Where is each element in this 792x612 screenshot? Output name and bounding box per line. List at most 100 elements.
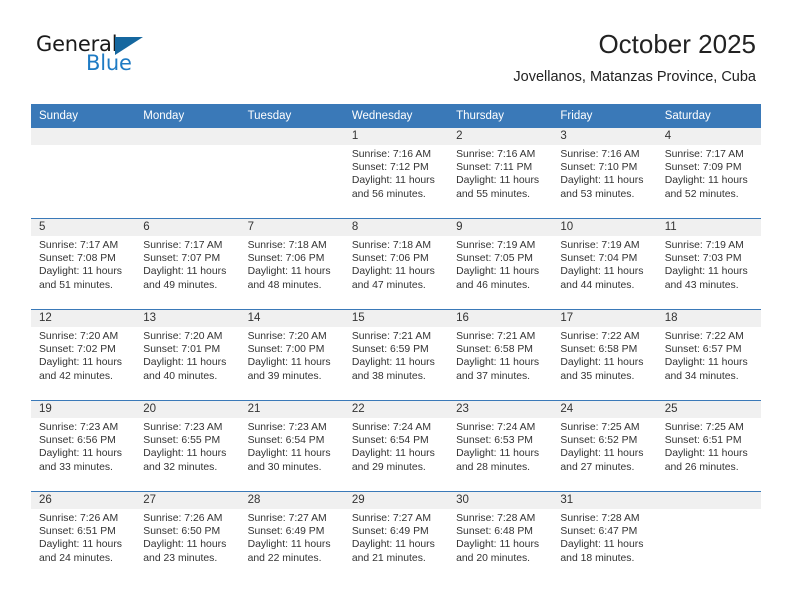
calendar-day-cell[interactable]: 9 Sunrise: 7:19 AM Sunset: 7:05 PM Daylight… <box>448 218 553 310</box>
calendar-day-cell[interactable]: 17 Sunrise: 7:22 AM Sunset: 6:58 PM Dayligh… <box>552 309 657 401</box>
calendar-day-cell[interactable]: 12 Sunrise: 7:20 AM Sunset: 7:02 PM Dayligh… <box>31 309 136 401</box>
daylight-text-line2: and 32 minutes. <box>143 461 218 473</box>
sunset-text: Sunset: 7:01 PM <box>143 344 221 356</box>
calendar-day-cell[interactable]: 14 Sunrise: 7:20 AM Sunset: 7:00 PM Dayligh… <box>239 309 344 401</box>
daylight-text-line2: and 47 minutes. <box>351 279 426 291</box>
calendar-day-cell[interactable]: 2 Sunrise: 7:16 AM Sunset: 7:11 PM Daylight… <box>448 128 553 219</box>
sunrise-text: Sunrise: 7:22 AM <box>664 331 744 342</box>
calendar-week-row: 19 Sunrise: 7:23 AM Sunset: 6:56 PM Dayligh… <box>31 400 761 492</box>
calendar-day-cell[interactable]: 27 Sunrise: 7:26 AM Sunset: 6:50 PM Dayligh… <box>135 491 240 582</box>
sunset-text: Sunset: 7:00 PM <box>247 344 325 356</box>
day-cell-inner: 29 Sunrise: 7:27 AM Sunset: 6:49 PM Dayligh… <box>343 492 449 582</box>
day-number: 31 <box>552 492 657 509</box>
calendar-day-cell[interactable]: 7 Sunrise: 7:18 AM Sunset: 7:06 PM Daylight… <box>239 218 344 310</box>
calendar-day-cell[interactable]: 1 Sunrise: 7:16 AM Sunset: 7:12 PM Daylight… <box>343 128 449 219</box>
weekday-header-wednesday: Wednesday <box>343 104 449 128</box>
daylight-text-line2: and 26 minutes. <box>664 461 739 473</box>
day-number: 10 <box>552 219 657 236</box>
daylight-text-line2: and 30 minutes. <box>247 461 322 473</box>
day-cell-inner: 4 Sunrise: 7:17 AM Sunset: 7:09 PM Daylight… <box>656 128 761 218</box>
daylight-text-line2: and 49 minutes. <box>143 279 218 291</box>
day-number: 13 <box>135 310 240 327</box>
calendar-day-cell[interactable]: 25 Sunrise: 7:25 AM Sunset: 6:51 PM Dayligh… <box>656 400 761 492</box>
calendar-day-cell[interactable]: 15 Sunrise: 7:21 AM Sunset: 6:59 PM Dayligh… <box>343 309 449 401</box>
calendar-day-cell[interactable]: 22 Sunrise: 7:24 AM Sunset: 6:54 PM Dayligh… <box>343 400 449 492</box>
day-details: Sunrise: 7:16 AM Sunset: 7:10 PM Daylight:… <box>552 145 656 201</box>
daylight-text-line2: and 33 minutes. <box>39 461 113 473</box>
day-number: 3 <box>552 128 657 145</box>
day-details: Sunrise: 7:20 AM Sunset: 7:01 PM Daylight:… <box>135 327 239 383</box>
daylight-text-line2: and 46 minutes. <box>456 279 531 291</box>
calendar-day-cell[interactable]: 8 Sunrise: 7:18 AM Sunset: 7:06 PM Daylight… <box>343 218 449 310</box>
sunrise-text: Sunrise: 7:27 AM <box>247 513 327 524</box>
calendar-day-cell[interactable]: 21 Sunrise: 7:23 AM Sunset: 6:54 PM Dayligh… <box>239 400 344 492</box>
day-cell-inner: 22 Sunrise: 7:24 AM Sunset: 6:54 PM Dayligh… <box>343 401 449 491</box>
day-cell-inner: 7 Sunrise: 7:18 AM Sunset: 7:06 PM Daylight… <box>239 219 344 309</box>
day-number: 16 <box>448 310 553 327</box>
daylight-text-line1: Daylight: 11 hours <box>39 448 122 460</box>
calendar-day-cell[interactable]: 28 Sunrise: 7:27 AM Sunset: 6:49 PM Dayligh… <box>239 491 344 582</box>
day-cell-inner: 9 Sunrise: 7:19 AM Sunset: 7:05 PM Daylight… <box>448 219 553 309</box>
day-cell-inner: 27 Sunrise: 7:26 AM Sunset: 6:50 PM Dayligh… <box>135 492 240 582</box>
general-blue-logo: General Blue <box>36 32 186 78</box>
calendar-day-cell[interactable]: 11 Sunrise: 7:19 AM Sunset: 7:03 PM Dayligh… <box>656 218 761 310</box>
calendar-day-cell[interactable]: 3 Sunrise: 7:16 AM Sunset: 7:10 PM Daylight… <box>552 128 657 219</box>
sunset-text: Sunset: 7:02 PM <box>39 344 116 356</box>
daylight-text-line2: and 20 minutes. <box>456 552 531 564</box>
calendar-day-cell[interactable]: 5 Sunrise: 7:17 AM Sunset: 7:08 PM Daylight… <box>31 218 136 310</box>
sunrise-text: Sunrise: 7:25 AM <box>560 422 640 433</box>
calendar-day-cell[interactable]: 6 Sunrise: 7:17 AM Sunset: 7:07 PM Daylight… <box>135 218 240 310</box>
sunset-text: Sunset: 6:47 PM <box>560 526 638 538</box>
calendar-day-cell[interactable]: 16 Sunrise: 7:21 AM Sunset: 6:58 PM Dayligh… <box>448 309 553 401</box>
calendar-day-cell[interactable]: 23 Sunrise: 7:24 AM Sunset: 6:53 PM Dayligh… <box>448 400 553 492</box>
page-header: General Blue October 2025 Jovellanos, Ma… <box>0 0 792 98</box>
daylight-text-line2: and 22 minutes. <box>247 552 322 564</box>
logo-text-blue: Blue <box>86 51 132 75</box>
daylight-text-line2: and 34 minutes. <box>664 370 739 382</box>
day-cell-inner: 11 Sunrise: 7:19 AM Sunset: 7:03 PM Dayligh… <box>656 219 761 309</box>
daylight-text-line1: Daylight: 11 hours <box>456 448 540 460</box>
day-number: 24 <box>552 401 657 418</box>
sunset-text: Sunset: 7:10 PM <box>560 162 638 174</box>
calendar-day-cell[interactable]: 26 Sunrise: 7:26 AM Sunset: 6:51 PM Dayligh… <box>31 491 136 582</box>
day-details: Sunrise: 7:27 AM Sunset: 6:49 PM Daylight:… <box>240 509 344 565</box>
calendar-day-cell[interactable]: 13 Sunrise: 7:20 AM Sunset: 7:01 PM Dayligh… <box>135 309 240 401</box>
calendar-day-cell[interactable]: 10 Sunrise: 7:19 AM Sunset: 7:04 PM Dayligh… <box>552 218 657 310</box>
calendar-day-cell[interactable]: 20 Sunrise: 7:23 AM Sunset: 6:55 PM Dayligh… <box>135 400 240 492</box>
day-number: 12 <box>31 310 136 327</box>
calendar-day-cell[interactable]: 29 Sunrise: 7:27 AM Sunset: 6:49 PM Dayligh… <box>343 491 449 582</box>
day-number <box>135 128 240 145</box>
day-cell-inner: 3 Sunrise: 7:16 AM Sunset: 7:10 PM Daylight… <box>552 128 657 218</box>
weekday-header-thursday: Thursday <box>448 104 553 128</box>
day-number: 14 <box>239 310 344 327</box>
weekday-header-friday: Friday <box>552 104 657 128</box>
sunrise-text: Sunrise: 7:17 AM <box>39 240 119 251</box>
daylight-text-line1: Daylight: 11 hours <box>560 539 644 551</box>
calendar-day-cell[interactable]: 18 Sunrise: 7:22 AM Sunset: 6:57 PM Dayligh… <box>656 309 761 401</box>
daylight-text-line2: and 42 minutes. <box>39 370 113 382</box>
day-details: Sunrise: 7:23 AM Sunset: 6:56 PM Daylight:… <box>31 418 135 474</box>
day-number: 5 <box>31 219 136 236</box>
calendar-day-cell[interactable]: 24 Sunrise: 7:25 AM Sunset: 6:52 PM Dayligh… <box>552 400 657 492</box>
day-cell-inner: 5 Sunrise: 7:17 AM Sunset: 7:08 PM Daylight… <box>31 219 136 309</box>
weekday-header-tuesday: Tuesday <box>239 104 344 128</box>
page-subtitle: Jovellanos, Matanzas Province, Cuba <box>513 69 756 85</box>
sunrise-text: Sunrise: 7:27 AM <box>351 513 431 524</box>
daylight-text-line2: and 53 minutes. <box>560 188 635 200</box>
calendar-day-cell[interactable]: 19 Sunrise: 7:23 AM Sunset: 6:56 PM Dayligh… <box>31 400 136 492</box>
weekday-header-row: Sunday Monday Tuesday Wednesday Thursday… <box>31 104 761 128</box>
day-number: 29 <box>343 492 449 509</box>
sunrise-text: Sunrise: 7:18 AM <box>351 240 431 251</box>
sunset-text: Sunset: 6:49 PM <box>247 526 325 538</box>
calendar-day-cell[interactable]: 31 Sunrise: 7:28 AM Sunset: 6:47 PM Dayligh… <box>552 491 657 582</box>
calendar-day-cell[interactable]: 4 Sunrise: 7:17 AM Sunset: 7:09 PM Daylight… <box>656 128 761 219</box>
sunrise-text: Sunrise: 7:22 AM <box>560 331 640 342</box>
sunset-text: Sunset: 6:56 PM <box>39 435 116 447</box>
daylight-text-line1: Daylight: 11 hours <box>39 266 122 278</box>
day-details: Sunrise: 7:24 AM Sunset: 6:53 PM Daylight:… <box>448 418 552 474</box>
day-cell-inner: 26 Sunrise: 7:26 AM Sunset: 6:51 PM Dayligh… <box>31 492 136 582</box>
daylight-text-line1: Daylight: 11 hours <box>143 266 227 278</box>
calendar-day-cell[interactable]: 30 Sunrise: 7:28 AM Sunset: 6:48 PM Dayligh… <box>448 491 553 582</box>
sunset-text: Sunset: 6:49 PM <box>351 526 429 538</box>
daylight-text-line2: and 35 minutes. <box>560 370 635 382</box>
